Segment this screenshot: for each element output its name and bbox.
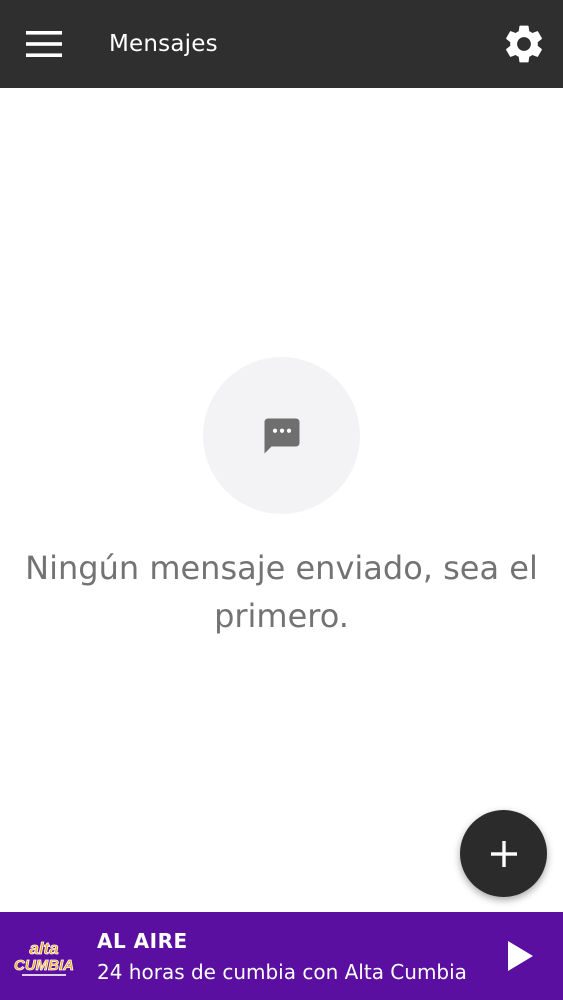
chat-bubble-dots-icon xyxy=(264,418,299,453)
settings-button[interactable] xyxy=(494,14,554,74)
logo-word-cumbia: CUMBIA xyxy=(14,957,74,974)
alta-cumbia-logo: alta CUMBIA xyxy=(14,939,74,976)
gear-icon xyxy=(506,25,542,63)
logo-word-alta: alta xyxy=(29,939,58,958)
on-air-status: AL AIRE xyxy=(97,929,188,953)
page-title: Mensajes xyxy=(109,31,218,57)
plus-icon xyxy=(490,840,517,867)
empty-state-message: Ningún mensaje enviado, sea el primero. xyxy=(25,549,538,635)
menu-button[interactable] xyxy=(12,14,76,74)
program-title: 24 horas de cumbia con Alta Cumbia xyxy=(97,960,467,984)
empty-state-badge xyxy=(203,357,360,514)
now-playing-bar[interactable]: alta CUMBIA xyxy=(0,912,563,1000)
app-bar: Mensajes xyxy=(0,0,563,88)
new-message-button[interactable] xyxy=(460,810,547,897)
messages-screen: Mensajes Ningún mensaje enviado, sea el … xyxy=(0,0,563,1000)
play-button[interactable] xyxy=(496,930,544,982)
hamburger-menu-icon xyxy=(26,31,62,57)
play-icon xyxy=(508,941,533,971)
